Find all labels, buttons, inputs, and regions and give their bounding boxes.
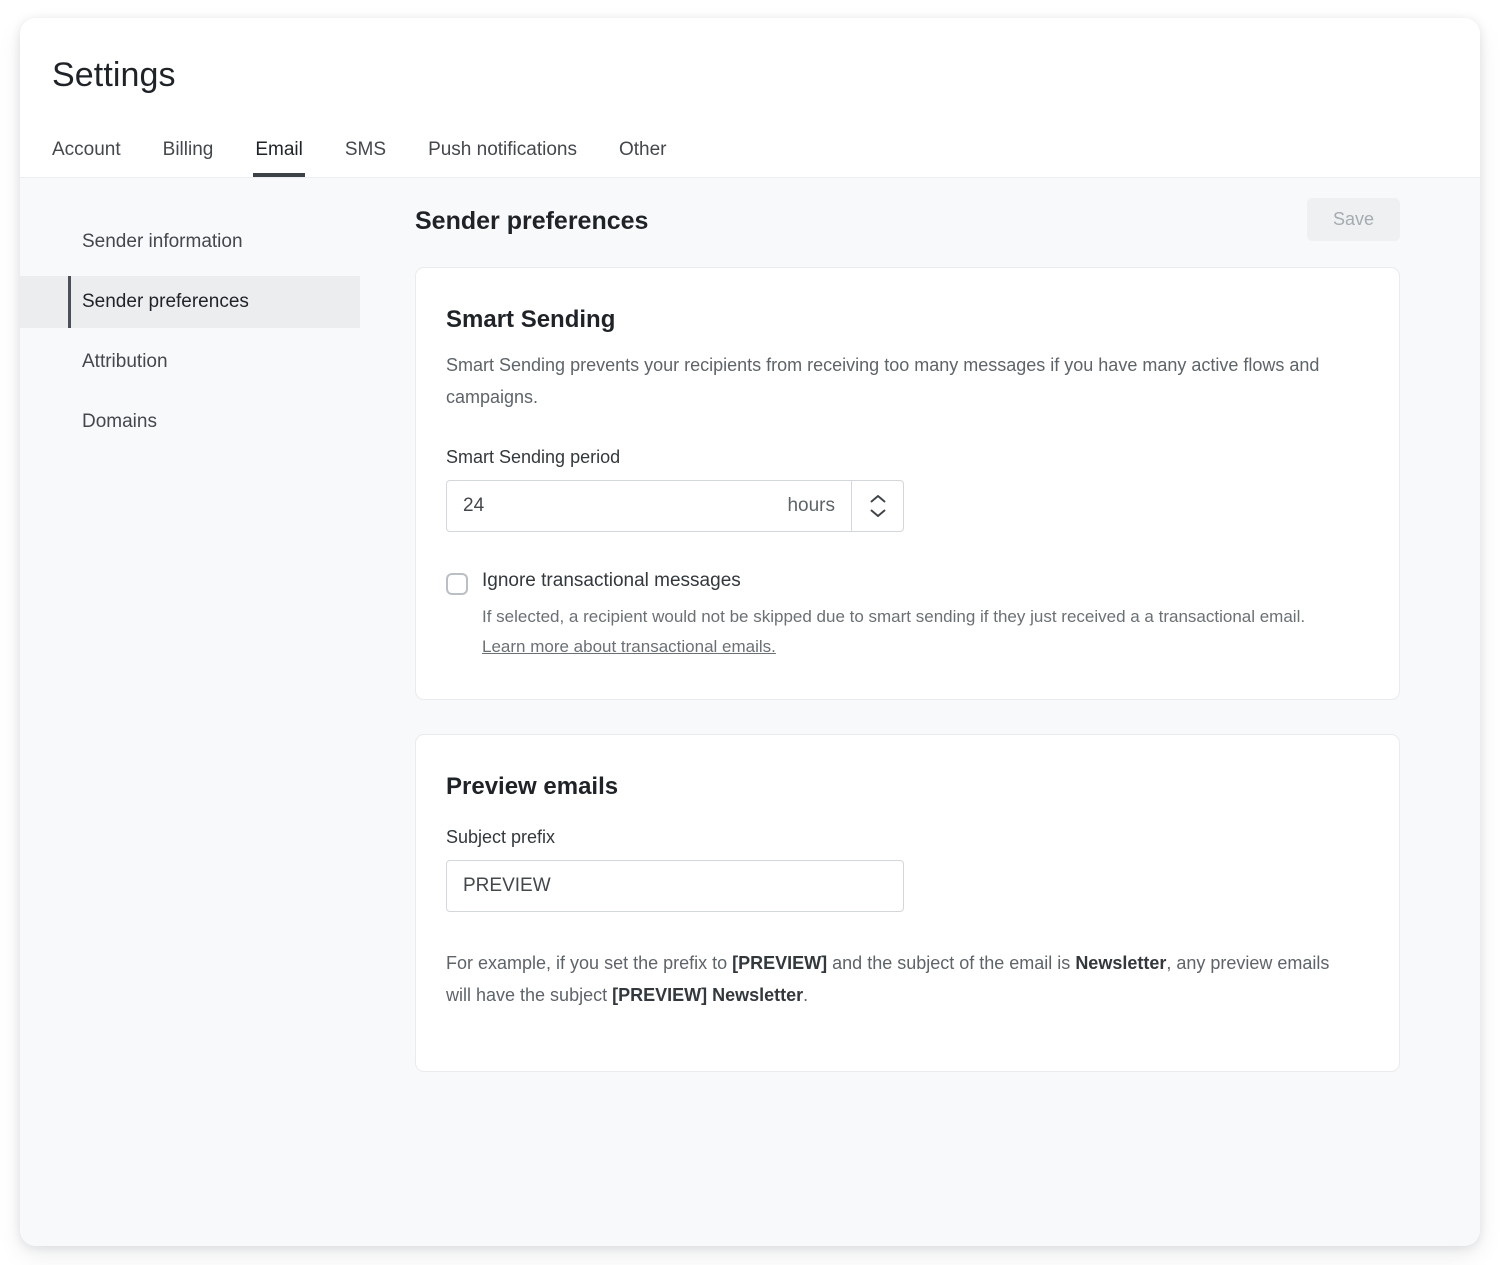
example-part-4: . [803,984,809,1005]
subject-prefix-label: Subject prefix [446,827,556,848]
ignore-transactional-label[interactable]: Ignore transactional messages [482,570,1305,593]
settings-sidebar: Sender information Sender preferences At… [20,178,360,456]
smart-sending-period-unit: hours [787,495,835,516]
tab-billing[interactable]: Billing [161,140,216,177]
sidebar-item-attribution[interactable]: Attribution [20,336,360,388]
tab-bar: Account Billing Email SMS Push notificat… [50,123,1480,177]
tab-email[interactable]: Email [253,140,305,177]
smart-sending-title: Smart Sending [446,306,616,333]
page-title: Settings [52,56,176,94]
chevron-down-icon[interactable] [870,509,886,518]
tab-account[interactable]: Account [50,140,123,177]
subject-prefix-input[interactable]: PREVIEW [446,860,904,913]
learn-more-link[interactable]: Learn more about transactional emails. [482,637,776,657]
settings-window: Settings Account Billing Email SMS Push … [20,18,1480,1246]
stepper-buttons [851,481,903,531]
tab-other[interactable]: Other [617,140,669,177]
ignore-transactional-checkbox[interactable] [446,573,468,595]
example-part-1: For example, if you set the prefix to [446,953,733,974]
ignore-transactional-help: If selected, a recipient would not be sk… [482,606,1306,626]
section-title: Sender preferences [415,207,649,235]
sidebar-item-label: Sender information [82,231,243,252]
main-header: Sender preferences Save [415,198,1400,241]
smart-sending-period-label: Smart Sending period [446,447,621,467]
sidebar-item-label: Domains [82,411,157,432]
example-bold-2: Newsletter [1075,953,1167,974]
example-bold-1: [PREVIEW] [732,953,828,974]
ignore-transactional-text: Ignore transactional messages If selecte… [482,570,1305,657]
example-part-2: and the subject of the email is [827,953,1076,974]
sidebar-item-sender-preferences[interactable]: Sender preferences [20,276,360,328]
sidebar-item-sender-information[interactable]: Sender information [20,216,360,268]
settings-main: Sender preferences Save Smart Sending Sm… [360,178,1480,1106]
sidebar-item-label: Sender preferences [82,291,249,312]
preview-emails-card: Preview emails Subject prefix PREVIEW Fo… [415,734,1400,1073]
smart-sending-description: Smart Sending prevents your recipients f… [446,355,1320,407]
smart-sending-period-field[interactable]: 24 hours [447,481,851,531]
smart-sending-period-stepper[interactable]: 24 hours [446,480,904,532]
save-button[interactable]: Save [1306,198,1400,241]
chevron-up-icon[interactable] [870,494,886,503]
smart-sending-card: Smart Sending Smart Sending prevents you… [415,267,1400,701]
preview-emails-title: Preview emails [446,773,619,801]
ignore-transactional-row: Ignore transactional messages If selecte… [446,570,1359,657]
smart-sending-period-input[interactable]: 24 [463,495,484,517]
page-header: Settings Account Billing Email SMS Push … [20,18,1480,178]
sidebar-item-label: Attribution [82,351,168,372]
page-body: Sender information Sender preferences At… [20,178,1480,1246]
sidebar-item-domains[interactable]: Domains [20,396,360,448]
tab-sms[interactable]: SMS [343,140,388,177]
tab-push-notifications[interactable]: Push notifications [426,140,579,177]
example-bold-3: [PREVIEW] Newsletter [612,984,804,1005]
preview-emails-example: For example, if you set the prefix to [P… [446,948,1346,1011]
